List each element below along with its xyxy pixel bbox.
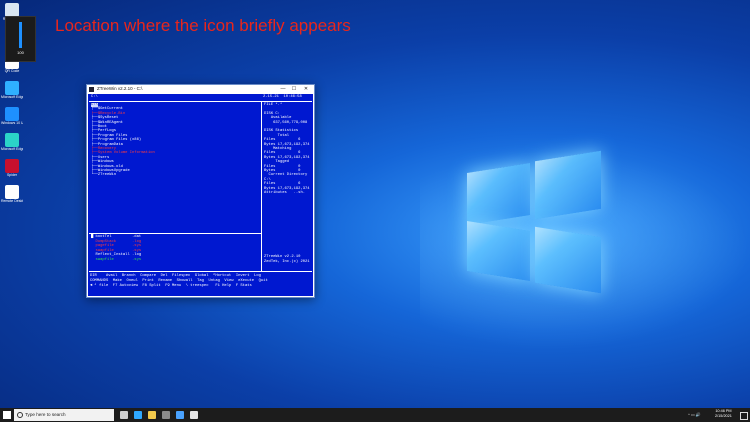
console-area[interactable]: C:\ 2-15-21 10:46:58 C:\ ├──$GetCurrent ├─… [88,94,313,296]
window-title: ZTreeWin v2.2.10 - C:\ [97,86,143,91]
ztree-icon[interactable] [190,411,198,419]
volume-level: 100 [17,50,24,55]
taskbar-clock[interactable]: 10:46 PM 2/15/2021 [715,409,732,419]
desktop-icon[interactable]: Windows 10 Update Asst. [1,107,23,125]
windows-icon [5,107,19,121]
edge-beta-icon [5,133,19,147]
task-view-icon[interactable] [120,411,128,419]
desktop-icon-label: Microsoft Edge Beta [1,147,23,151]
version-line-1: ZTreeWin v2.2.10 [264,255,301,259]
desktop-icon[interactable]: Microsoft Edge Beta [1,133,23,151]
system-tray[interactable]: ^ ▭ 🔊 [688,412,701,417]
desktop-icon-label: Spider [6,173,18,177]
search-placeholder: Type here to search [25,412,66,417]
desktop-icon-label: Microsoft Edge [1,95,23,99]
panda-icon [5,185,19,199]
windows-logo-wallpaper [465,150,605,294]
logo-pane-bl [467,221,530,281]
command-line-1: DIR Avail Branch Compare Del Filespec Gl… [90,274,261,278]
notification-icon[interactable] [740,412,748,420]
logo-pane-br [535,226,601,294]
desktop-icon-label: QR Code [4,69,20,73]
divider-bottom [89,271,312,272]
desktop-icon-label: Remote Desktop [1,199,23,203]
path-header: C:\ [91,95,98,99]
desktop-icon-label: Windows 10 Update Asst. [1,121,23,125]
edge-icon [5,81,19,95]
spider-icon [5,159,19,173]
logo-pane-tr [535,150,601,220]
file-row[interactable]: swapfile .sys [91,258,142,262]
volume-flyout[interactable]: 100 [5,16,36,62]
minimize-button[interactable]: — [278,85,288,94]
store-icon[interactable] [162,411,170,419]
divider-vertical [261,101,262,271]
desktop-icon[interactable]: Microsoft Edge [1,81,23,99]
start-button[interactable] [3,411,11,419]
command-line-2: COMMANDS Make Oneul Print Rename Showall… [90,279,268,283]
datetime-header: 2-15-21 10:46:58 [263,95,302,99]
command-line-3: ◄ ┘ file F7 Autoview F8 Split F9 Menu \ … [90,284,252,288]
stats-line: Attributes ..sh. [264,191,306,195]
taskbar-search-box[interactable]: Type here to search [14,409,114,421]
volume-fill[interactable] [19,22,22,48]
desktop-icon[interactable]: Spider [1,159,23,177]
title-bar[interactable]: ZTreeWin v2.2.10 - C:\ — ☐ ✕ [87,85,314,94]
tree-node[interactable]: └──ZTreeWin [91,173,116,177]
logo-pane-tl [467,163,530,225]
ztree-window[interactable]: ZTreeWin v2.2.10 - C:\ — ☐ ✕ C:\ 2-15-21… [86,84,315,298]
divider-middle [89,233,261,234]
divider-top [89,101,312,102]
recycle-bin-icon [5,3,19,17]
stats-line: 637,560,779,008 [264,120,308,125]
ztree-app-icon [89,87,94,92]
version-line-2: ZedTek, Inc.(c) 2021 [264,260,310,264]
file-explorer-icon[interactable] [148,411,156,419]
maximize-button[interactable]: ☐ [289,85,299,94]
annotation-text: Location where the icon briefly appears [55,16,351,35]
taskbar: Type here to search ^ ▭ 🔊 10:46 PM 2/15/… [0,408,750,422]
stats-line: FILE *.* [264,103,283,107]
close-button[interactable]: ✕ [301,85,311,94]
clock-date: 2/15/2021 [715,414,732,418]
edge-icon[interactable] [134,411,142,419]
desktop-icon[interactable]: Remote Desktop [1,185,23,203]
mail-icon[interactable] [176,411,184,419]
search-icon [17,412,23,418]
